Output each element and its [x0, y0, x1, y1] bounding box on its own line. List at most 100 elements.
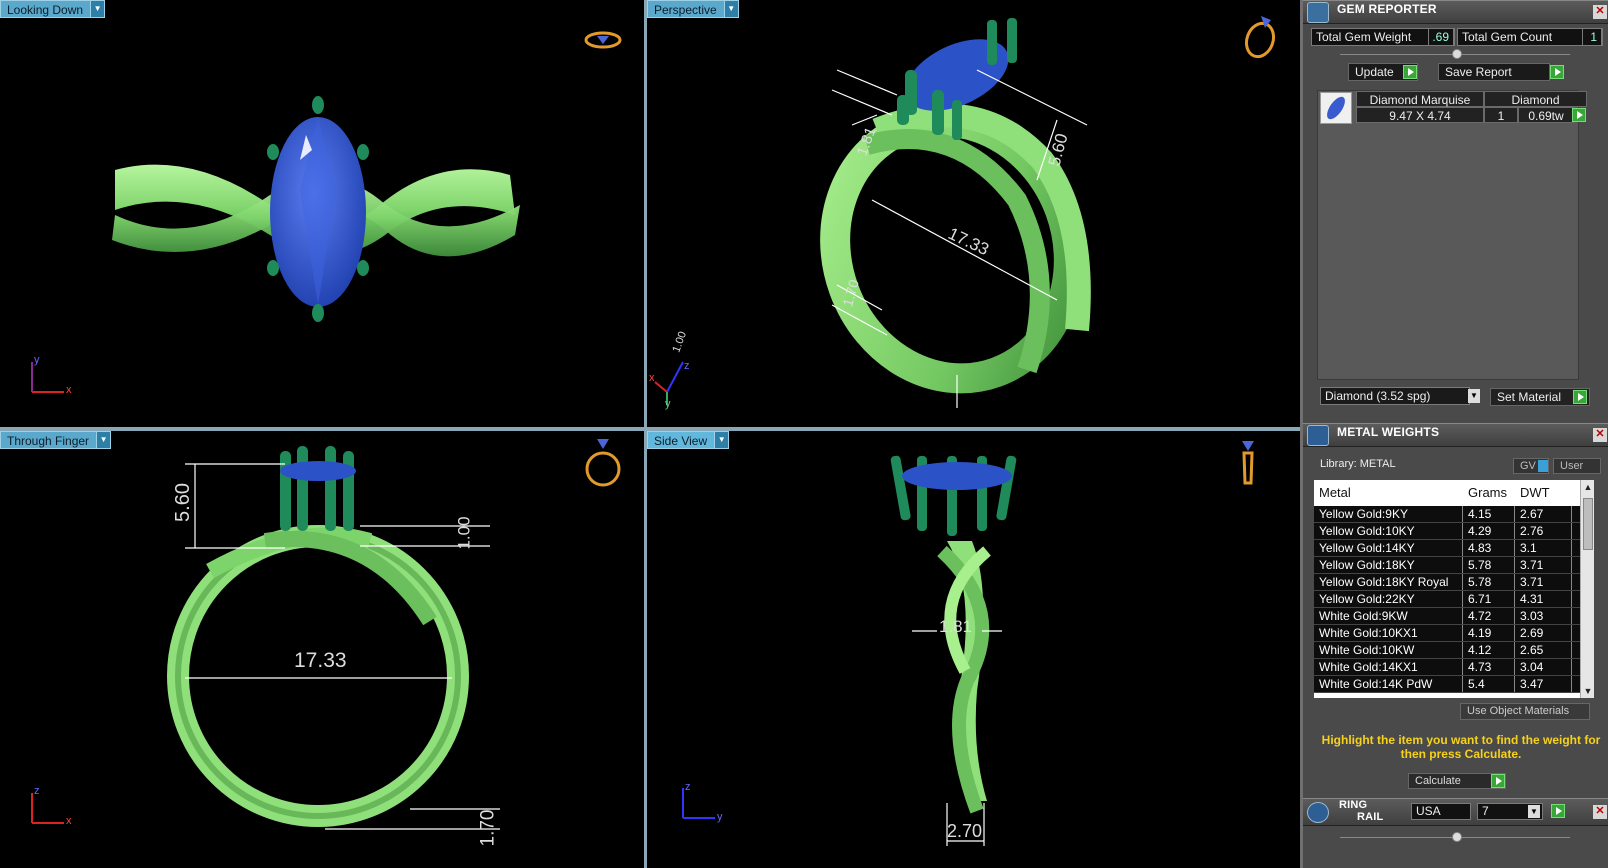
metal-weights-icon: [1307, 425, 1329, 446]
ring-rail-title: RING RAIL: [1339, 799, 1384, 823]
grams-cell: 6.71: [1463, 591, 1515, 607]
table-row[interactable]: Yellow Gold:10KY 4.29 2.76: [1314, 523, 1580, 540]
use-object-materials-button[interactable]: Use Object Materials: [1460, 703, 1590, 720]
metal-name-cell: White Gold:10KW: [1314, 642, 1463, 658]
update-go-icon[interactable]: [1403, 65, 1417, 79]
viewport-perspective[interactable]: 1.00 1.81 5.60 17.33 1.70 z x y Perspect…: [647, 0, 1300, 427]
grams-cell: 4.73: [1463, 659, 1515, 675]
viewport-through-finger[interactable]: 5.60 1.00 17.33 1.70 z x Through Finger …: [0, 431, 644, 868]
table-row[interactable]: White Gold:14KX1 4.73 3.04: [1314, 659, 1580, 676]
metal-name-cell: Yellow Gold:22KY: [1314, 591, 1463, 607]
gem-shape: Diamond Marquise: [1356, 91, 1484, 107]
close-icon[interactable]: ✕: [1593, 805, 1607, 819]
dim-label: 1.81: [939, 617, 973, 636]
table-row[interactable]: Yellow Gold:18KY 5.78 3.71: [1314, 557, 1580, 574]
table-row[interactable]: Yellow Gold:9KY 4.15 2.67: [1314, 506, 1580, 523]
dwt-cell: 3.04: [1515, 659, 1572, 675]
gem-material: Diamond: [1484, 91, 1587, 107]
ring-rail-go-icon[interactable]: [1551, 804, 1565, 818]
column-header-dwt[interactable]: DWT: [1515, 480, 1572, 506]
grams-cell: 4.29: [1463, 523, 1515, 539]
metal-weights-table: Metal Grams DWT Yellow Gold:9KY 4.15 2.67 Y…: [1314, 480, 1580, 698]
chevron-down-icon[interactable]: ▼: [724, 0, 739, 18]
metal-table-body: Yellow Gold:9KY 4.15 2.67 Yellow Gold:10KY 4…: [1314, 506, 1580, 693]
scroll-up-icon[interactable]: ▲: [1581, 480, 1595, 494]
table-row[interactable]: White Gold:10KW 4.12 2.65: [1314, 642, 1580, 659]
dwt-cell: 2.76: [1515, 523, 1572, 539]
gv-toggle-indicator: [1538, 460, 1548, 472]
axis-label-x: x: [649, 372, 655, 384]
viewport-label-side-view[interactable]: Side View ▼: [647, 431, 730, 449]
orientation-ring-icon: [584, 31, 622, 49]
set-material-go-icon[interactable]: [1573, 390, 1587, 404]
ring-perspective-render: [654, 16, 1276, 408]
table-row[interactable]: Yellow Gold:14KY 4.83 3.1: [1314, 540, 1580, 557]
ring-rail-slider-knob[interactable]: [1452, 832, 1462, 842]
axis-label-z: z: [685, 781, 691, 793]
gem-reporter-header: GEM REPORTER ✕: [1303, 0, 1608, 24]
grams-cell: 4.12: [1463, 642, 1515, 658]
metal-name-cell: Yellow Gold:14KY: [1314, 540, 1463, 556]
dim-label: 17.33: [294, 649, 347, 672]
axis-label-x: x: [66, 384, 72, 396]
gem-row[interactable]: Diamond Marquise Diamond 9.47 X 4.74 1 0…: [1318, 91, 1587, 127]
grams-cell: 5.78: [1463, 574, 1515, 590]
column-header-metal[interactable]: Metal: [1314, 480, 1463, 506]
grams-cell: 5.4: [1463, 676, 1515, 692]
user-toggle[interactable]: User: [1553, 458, 1601, 474]
table-row[interactable]: Yellow Gold:18KY Royal 5.78 3.71: [1314, 574, 1580, 591]
chevron-down-icon[interactable]: ▼: [97, 431, 112, 449]
save-report-button[interactable]: Save Report: [1438, 63, 1550, 81]
metal-table-scrollbar[interactable]: ▲ ▼: [1580, 480, 1594, 698]
metal-name-cell: White Gold:14KX1: [1314, 659, 1463, 675]
viewport-label-perspective[interactable]: Perspective ▼: [647, 0, 739, 18]
column-header-grams[interactable]: Grams: [1463, 480, 1515, 506]
grams-cell: 4.15: [1463, 506, 1515, 522]
orientation-ring-icon: [1242, 441, 1254, 485]
metal-name-cell: White Gold:10KX1: [1314, 625, 1463, 641]
scrollbar-thumb[interactable]: [1583, 498, 1593, 550]
dim-label: 1.00: [454, 516, 474, 550]
dim-label: 5.60: [171, 483, 194, 522]
axis-label-x: x: [66, 815, 72, 827]
viewport-label-through-finger[interactable]: Through Finger ▼: [0, 431, 112, 449]
chevron-down-icon[interactable]: ▼: [715, 431, 730, 449]
close-icon[interactable]: ✕: [1593, 5, 1607, 19]
chevron-down-icon[interactable]: ▼: [1468, 389, 1480, 403]
save-report-go-icon[interactable]: [1550, 65, 1564, 79]
grams-cell: 4.83: [1463, 540, 1515, 556]
chevron-down-icon[interactable]: ▼: [91, 0, 106, 18]
gem-weight: 0.69tw: [1518, 107, 1574, 123]
viewport-looking-down[interactable]: y x Looking Down ▼: [0, 0, 644, 427]
gem-count: 1: [1484, 107, 1518, 123]
marquise-gem-icon: [1320, 92, 1352, 124]
grams-cell: 5.78: [1463, 557, 1515, 573]
metal-name-cell: Yellow Gold:18KY Royal: [1314, 574, 1463, 590]
dim-label: 2.70: [947, 821, 983, 841]
gem-list: Diamond Marquise Diamond 9.47 X 4.74 1 0…: [1317, 90, 1587, 380]
ring-top-render: [31, 31, 622, 393]
table-row[interactable]: White Gold:14K PdW 5.4 3.47: [1314, 676, 1580, 693]
metal-name-cell: White Gold:9KW: [1314, 608, 1463, 624]
scroll-down-icon[interactable]: ▼: [1581, 684, 1595, 698]
dwt-cell: 4.31: [1515, 591, 1572, 607]
material-select[interactable]: Diamond (3.52 spg): [1320, 387, 1470, 405]
axis-label-y: y: [34, 354, 40, 366]
table-row[interactable]: White Gold:9KW 4.72 3.03: [1314, 608, 1580, 625]
total-gem-weight-value: .69: [1428, 28, 1454, 46]
table-row[interactable]: White Gold:10KX1 4.19 2.69: [1314, 625, 1580, 642]
close-icon[interactable]: ✕: [1593, 428, 1607, 442]
ring-standard-field[interactable]: USA: [1411, 803, 1471, 820]
dwt-cell: 2.67: [1515, 506, 1572, 522]
calculate-go-icon[interactable]: [1491, 774, 1505, 788]
dwt-cell: 2.65: [1515, 642, 1572, 658]
gem-row-go-icon[interactable]: [1572, 108, 1586, 122]
viewport-label-looking-down[interactable]: Looking Down ▼: [0, 0, 106, 18]
chevron-down-icon[interactable]: ▼: [1528, 805, 1540, 818]
dwt-cell: 3.1: [1515, 540, 1572, 556]
total-gem-count-value: 1: [1582, 28, 1602, 46]
viewport-side-view[interactable]: 1.81 2.70 z y Side View ▼: [647, 431, 1300, 868]
table-row[interactable]: Yellow Gold:22KY 6.71 4.31: [1314, 591, 1580, 608]
gem-reporter-slider-knob[interactable]: [1452, 49, 1462, 59]
calculate-hint: Highlight the item you want to find the …: [1321, 733, 1601, 761]
